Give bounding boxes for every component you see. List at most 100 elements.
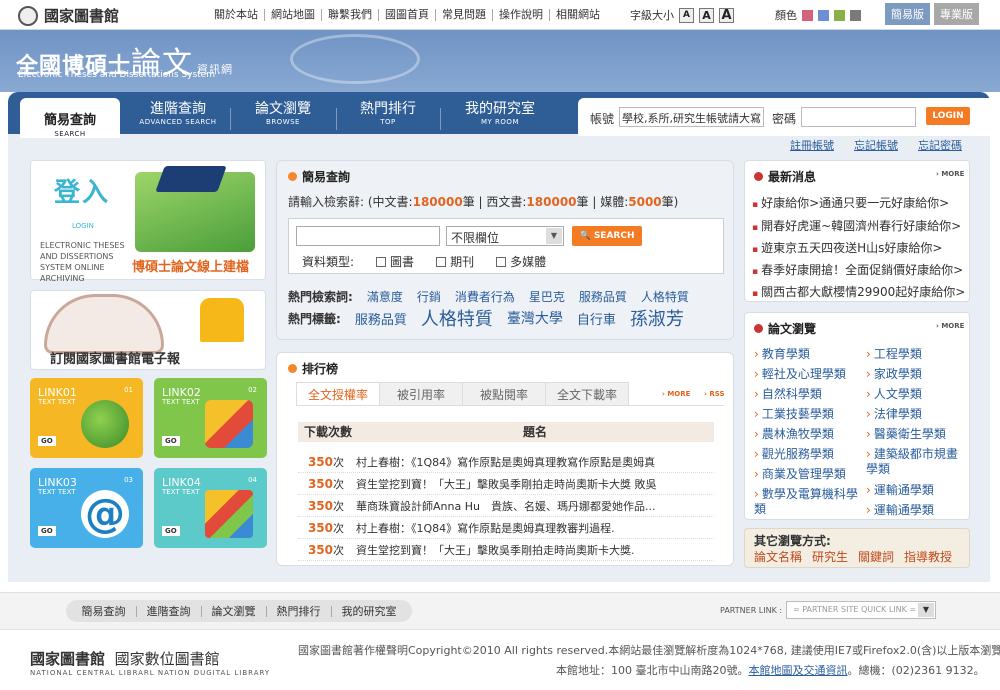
go-button[interactable]: GO bbox=[38, 436, 56, 446]
ranking-tab-license[interactable]: 全文授權率 bbox=[296, 382, 380, 406]
footer-link-top[interactable]: 熱門排行 bbox=[267, 605, 332, 617]
hot-keyword-link[interactable]: 人格特質 bbox=[641, 288, 689, 305]
search-input[interactable] bbox=[296, 226, 440, 246]
top-link-help[interactable]: 操作說明 bbox=[493, 9, 550, 21]
quick-link-2[interactable]: LINK02 TEXT TEXT 02 GO bbox=[154, 378, 267, 458]
news-item[interactable]: 春季好康開搶！全面促銷價好康給你> bbox=[752, 261, 963, 278]
ranking-tab-views[interactable]: 被點閱率 bbox=[462, 382, 546, 406]
category-link[interactable]: 農林漁牧學類 bbox=[754, 427, 834, 442]
color-swatch-green[interactable] bbox=[834, 9, 845, 21]
category-link[interactable]: 建築級都市規畫學類 bbox=[866, 447, 966, 477]
category-link[interactable]: 教育學類 bbox=[754, 347, 810, 362]
ranking-rss-link[interactable]: › RSS bbox=[704, 390, 725, 398]
ranking-tab-downloads[interactable]: 全文下載率 bbox=[545, 382, 629, 406]
row-title[interactable]: 村上春樹：《1Q84》寫作原點是奧姆真理教審判過程. bbox=[356, 520, 714, 536]
quick-link-3[interactable]: LINK03 TEXT TEXT 03 @ GO bbox=[30, 468, 143, 548]
pro-version-tab[interactable]: 專業版 bbox=[934, 3, 979, 25]
library-logo[interactable]: 國家圖書館 bbox=[18, 5, 119, 26]
hot-keyword-link[interactable]: 服務品質 bbox=[579, 288, 627, 305]
category-link[interactable]: 自然科學類 bbox=[754, 387, 822, 402]
row-title[interactable]: 華商珠寶設計師Anna Hu 貴族、名媛、瑪丹娜都愛她作品... bbox=[356, 498, 714, 514]
register-link[interactable]: 註冊帳號 bbox=[790, 137, 834, 153]
tab-advanced-search[interactable]: 進階查詢 ADVANCED SEARCH bbox=[128, 100, 228, 134]
table-row[interactable]: 350次 村上春樹：《1Q84》寫作原點是奧姆真理教審判過程. bbox=[298, 517, 714, 539]
category-link[interactable]: 輕社及心理學類 bbox=[754, 367, 846, 382]
checkbox-icon[interactable] bbox=[436, 256, 447, 267]
map-traffic-link[interactable]: 本館地圖及交通資訊 bbox=[749, 664, 848, 677]
category-link[interactable]: 運輸通學類 bbox=[866, 503, 934, 518]
chevron-down-icon[interactable]: ▼ bbox=[546, 228, 562, 244]
top-link-related[interactable]: 相關網站 bbox=[550, 9, 606, 21]
go-button[interactable]: GO bbox=[38, 526, 56, 536]
table-row[interactable]: 350次 資生堂挖到寶！「大王」擊敗吳季剛拍走時尚奧斯卡大獎. bbox=[298, 539, 714, 561]
checkbox-icon[interactable] bbox=[376, 256, 387, 267]
partner-site-select[interactable]: = PARTNER SITE QUICK LINK = bbox=[786, 601, 936, 619]
footer-link-advanced[interactable]: 進階查詢 bbox=[137, 605, 202, 617]
table-row[interactable]: 350次 華商珠寶設計師Anna Hu 貴族、名媛、瑪丹娜都愛她作品... bbox=[298, 495, 714, 517]
footer-link-browse[interactable]: 論文瀏覽 bbox=[202, 605, 267, 617]
go-button[interactable]: GO bbox=[162, 436, 180, 446]
row-title[interactable]: 村上春樹：《1Q84》寫作原點是奧姆真理教寫作原點是奧姆真 bbox=[356, 454, 714, 470]
hot-tag-link[interactable]: 自行車 bbox=[577, 309, 616, 328]
news-more-link[interactable]: › MORE bbox=[936, 170, 964, 178]
ranking-more-link[interactable]: › MORE bbox=[662, 390, 690, 398]
category-link[interactable]: 商業及管理學類 bbox=[754, 467, 846, 482]
category-link[interactable]: 觀光服務學類 bbox=[754, 447, 834, 462]
chevron-down-icon[interactable]: ▼ bbox=[918, 603, 934, 617]
checkbox-icon[interactable] bbox=[496, 256, 507, 267]
hot-tag-link[interactable]: 人格特質 bbox=[421, 305, 493, 331]
category-link[interactable]: 數學及電算機科學類 bbox=[754, 487, 858, 517]
top-link-ncl-home[interactable]: 國圖首頁 bbox=[379, 9, 436, 21]
browse-by-advisor-link[interactable]: 指導教授 bbox=[904, 548, 952, 565]
font-small-button[interactable]: A bbox=[679, 7, 694, 23]
news-item[interactable]: 關西古都大獻櫻情29900起好康給你> bbox=[752, 283, 965, 300]
simple-version-tab[interactable]: 簡易版 bbox=[885, 3, 930, 25]
top-link-sitemap[interactable]: 網站地圖 bbox=[265, 9, 322, 21]
type-checkbox-book[interactable]: 圖書 bbox=[376, 253, 414, 270]
category-link[interactable]: 運輸通學類 bbox=[866, 483, 934, 498]
ranking-tab-citation[interactable]: 被引用率 bbox=[379, 382, 463, 406]
top-link-contact[interactable]: 聯繫我們 bbox=[322, 9, 379, 21]
category-link[interactable]: 家政學類 bbox=[866, 367, 922, 382]
hot-tag-link[interactable]: 臺灣大學 bbox=[507, 308, 563, 328]
type-checkbox-multimedia[interactable]: 多媒體 bbox=[496, 253, 546, 270]
font-medium-button[interactable]: A bbox=[699, 7, 714, 23]
news-item[interactable]: 好康給你>通通只要一元好康給你> bbox=[752, 194, 949, 211]
hot-tag-link[interactable]: 服務品質 bbox=[355, 309, 407, 328]
hot-keyword-link[interactable]: 消費者行為 bbox=[455, 288, 515, 305]
go-button[interactable]: GO bbox=[162, 526, 180, 536]
password-input[interactable] bbox=[801, 107, 916, 127]
account-input[interactable]: 學校,系所,研究生帳號請大寫 bbox=[619, 107, 764, 127]
top-link-faq[interactable]: 常見問題 bbox=[436, 9, 493, 21]
hot-keyword-link[interactable]: 滿意度 bbox=[367, 288, 403, 305]
hot-tag-link[interactable]: 孫淑芳 bbox=[630, 305, 684, 331]
category-link[interactable]: 人文學類 bbox=[866, 387, 922, 402]
quick-link-4[interactable]: LINK04 TEXT TEXT 04 GO bbox=[154, 468, 267, 548]
category-link[interactable]: 工業技藝學類 bbox=[754, 407, 834, 422]
forgot-account-link[interactable]: 忘記帳號 bbox=[854, 137, 898, 153]
row-title[interactable]: 資生堂挖到寶！「大王」擊敗吳季剛拍走時尚奧斯卡大獎 敗吳 bbox=[356, 476, 714, 492]
quick-link-1[interactable]: LINK01 TEXT TEXT 01 GO bbox=[30, 378, 143, 458]
footer-link-search[interactable]: 簡易查詢 bbox=[72, 605, 137, 617]
search-button[interactable]: 🔍 SEARCH bbox=[572, 226, 642, 246]
footer-link-myroom[interactable]: 我的研究室 bbox=[332, 606, 407, 617]
font-large-button[interactable]: A bbox=[719, 7, 734, 23]
login-button[interactable]: LOGIN bbox=[926, 107, 970, 125]
top-link-about[interactable]: 關於本站 bbox=[208, 9, 265, 21]
color-swatch-gray[interactable] bbox=[850, 9, 861, 21]
color-swatch-pink[interactable] bbox=[802, 9, 813, 21]
tab-browse[interactable]: 論文瀏覽 BROWSE bbox=[234, 100, 332, 134]
hot-keyword-link[interactable]: 行銷 bbox=[417, 288, 441, 305]
tab-top-ranking[interactable]: 熱門排行 TOP bbox=[340, 100, 436, 134]
category-link[interactable]: 工程學類 bbox=[866, 347, 922, 362]
news-item[interactable]: 遊東京五天四夜送H山s好康給你> bbox=[752, 239, 942, 256]
browse-by-student-link[interactable]: 研究生 bbox=[812, 548, 848, 565]
color-swatch-blue[interactable] bbox=[818, 9, 829, 21]
browse-by-title-link[interactable]: 論文名稱 bbox=[754, 548, 802, 565]
row-title[interactable]: 資生堂挖到寶！「大王」擊敗吳季剛拍走時尚奧斯卡大獎. bbox=[356, 542, 714, 558]
browse-more-link[interactable]: › MORE bbox=[936, 322, 964, 330]
tab-quick-search[interactable]: 簡易查詢 SEARCH bbox=[20, 98, 120, 138]
type-checkbox-journal[interactable]: 期刊 bbox=[436, 253, 474, 270]
category-link[interactable]: 醫藥衛生學類 bbox=[866, 427, 946, 442]
table-row[interactable]: 350次 村上春樹：《1Q84》寫作原點是奧姆真理教寫作原點是奧姆真 bbox=[298, 451, 714, 473]
